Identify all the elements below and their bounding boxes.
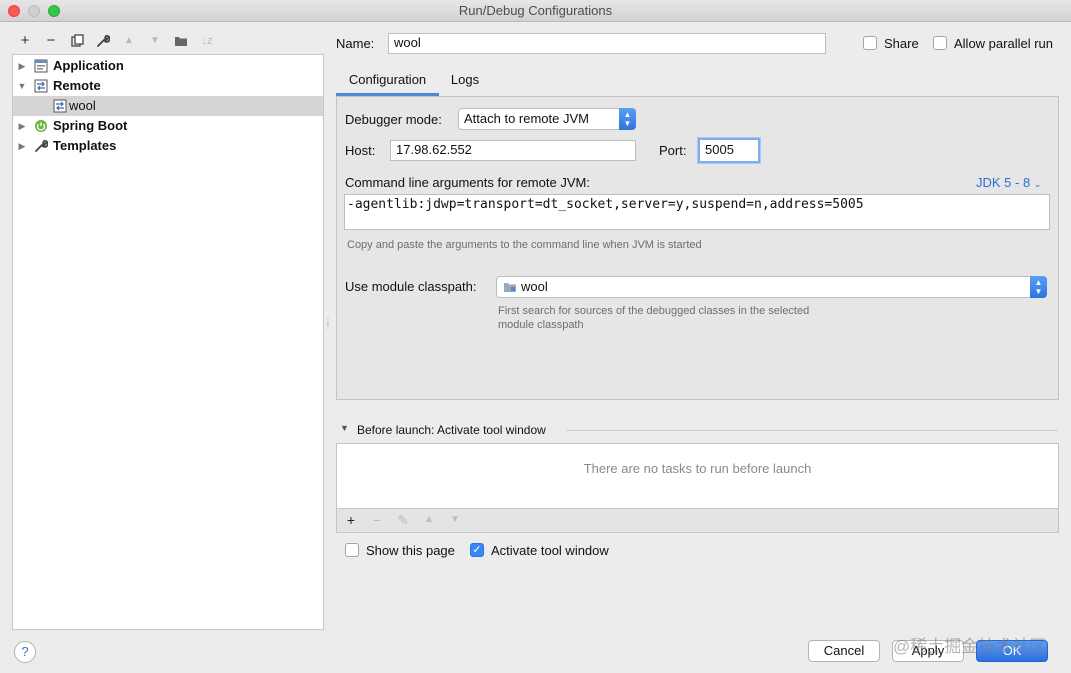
port-input[interactable]: 5005 — [698, 138, 760, 163]
move-down-button[interactable]: ▼ — [144, 30, 166, 52]
tree-item-remote[interactable]: ▼ Remote — [13, 76, 323, 96]
module-classpath-value: wool — [521, 279, 548, 294]
chevron-updown-icon: ▲ ▼ — [619, 108, 636, 130]
name-label: Name: — [336, 36, 375, 51]
configurations-tree[interactable]: ▶ Application ▼ Remote wool ▶ Spring Boo… — [12, 54, 324, 630]
section-divider — [566, 430, 1058, 431]
remote-icon — [34, 79, 48, 93]
host-input[interactable]: 17.98.62.552 — [390, 140, 636, 161]
show-page-checkbox[interactable] — [345, 543, 359, 557]
help-button[interactable]: ? — [14, 641, 36, 663]
add-configuration-button[interactable]: + — [14, 30, 36, 52]
add-task-button[interactable]: + — [341, 510, 361, 530]
debugger-mode-select[interactable]: Attach to remote JVM ▲ ▼ — [458, 108, 636, 130]
tree-item-label: Spring Boot — [53, 118, 128, 133]
before-launch-toolbar: + − ✎ ▲ ▼ — [336, 509, 1059, 533]
tree-item-application[interactable]: ▶ Application — [13, 56, 323, 76]
collapse-arrow-icon[interactable]: ▼ — [17, 76, 27, 96]
copy-icon — [70, 34, 84, 47]
tree-item-label: Templates — [53, 138, 117, 153]
remove-configuration-button[interactable]: − — [40, 30, 62, 52]
allow-parallel-label: Allow parallel run — [954, 36, 1053, 51]
minimize-window-button[interactable] — [28, 5, 40, 17]
show-page-label: Show this page — [366, 543, 455, 558]
move-task-up-button[interactable]: ▲ — [419, 510, 439, 530]
tree-item-label: wool — [69, 98, 96, 113]
title-bar: Run/Debug Configurations — [0, 0, 1071, 22]
expand-arrow-icon[interactable]: ▶ — [17, 136, 27, 156]
debugger-mode-label: Debugger mode: — [345, 112, 442, 127]
chevron-down-icon: ⌄ — [1033, 179, 1042, 189]
jdk-version-dropdown[interactable]: JDK 5 - 8 ⌄ — [976, 175, 1041, 190]
allow-parallel-checkbox[interactable] — [933, 36, 947, 50]
expand-arrow-icon[interactable]: ▶ — [17, 56, 27, 76]
folder-icon — [175, 37, 187, 46]
tree-item-label: Remote — [53, 78, 101, 93]
move-up-button[interactable]: ▲ — [118, 30, 140, 52]
spring-boot-icon — [35, 120, 47, 132]
cmd-args-hint: Copy and paste the arguments to the comm… — [347, 239, 702, 251]
collapse-triangle-icon[interactable]: ▼ — [340, 423, 349, 433]
new-folder-button[interactable] — [170, 30, 192, 52]
maximize-window-button[interactable] — [48, 5, 60, 17]
debugger-mode-value: Attach to remote JVM — [464, 111, 589, 126]
edit-defaults-button[interactable] — [92, 30, 114, 52]
module-hint-line-2: module classpath — [498, 319, 584, 331]
tab-logs[interactable]: Logs — [444, 66, 486, 96]
edit-task-button[interactable]: ✎ — [393, 510, 413, 530]
cmd-args-label: Command line arguments for remote JVM: — [345, 175, 590, 190]
tree-item-templates[interactable]: ▶ Templates — [13, 136, 323, 156]
remove-task-button[interactable]: − — [367, 510, 387, 530]
run-debug-dialog: Run/Debug Configurations + − ▲ ▼ ↓z ▶ Ap… — [0, 0, 1071, 673]
activate-tool-window-label: Activate tool window — [491, 543, 609, 558]
activate-tool-window-checkbox[interactable]: ✓ — [470, 543, 484, 557]
checkmark-icon: ✓ — [472, 544, 482, 556]
application-icon — [34, 59, 48, 73]
config-tabs: Configuration Logs — [336, 66, 1058, 96]
module-classpath-label: Use module classpath: — [345, 279, 477, 294]
move-task-down-button[interactable]: ▼ — [445, 510, 465, 530]
splitter-handle[interactable]: ⋮ ⋮ — [324, 318, 332, 336]
empty-tasks-text: There are no tasks to run before launch — [583, 461, 812, 476]
sort-button[interactable]: ↓z — [196, 30, 218, 52]
before-launch-title: Before launch: Activate tool window — [357, 423, 546, 437]
host-label: Host: — [345, 143, 376, 158]
share-label: Share — [884, 36, 919, 51]
remote-icon — [53, 99, 67, 113]
tree-item-wool[interactable]: wool — [13, 96, 323, 116]
jdk-version-label: JDK 5 - 8 — [976, 175, 1031, 190]
before-launch-task-list[interactable]: There are no tasks to run before launch — [336, 443, 1059, 509]
window-title: Run/Debug Configurations — [458, 3, 613, 18]
watermark: @稀土掘金技术社区 — [893, 637, 1047, 656]
module-hint-line-1: First search for sources of the debugged… — [498, 305, 810, 317]
cmd-args-textarea[interactable]: -agentlib:jdwp=transport=dt_socket,serve… — [344, 194, 1050, 230]
wrench-icon — [97, 35, 111, 47]
expand-arrow-icon[interactable]: ▶ — [17, 116, 27, 136]
chevron-updown-icon: ▲ ▼ — [1030, 276, 1047, 298]
share-checkbox[interactable] — [863, 36, 877, 50]
module-folder-icon — [504, 283, 516, 292]
cancel-button[interactable]: Cancel — [808, 640, 880, 662]
tree-item-label: Application — [53, 58, 124, 73]
copy-configuration-button[interactable] — [66, 30, 88, 52]
module-classpath-select[interactable]: wool ▲ ▼ — [496, 276, 1047, 298]
port-label: Port: — [659, 143, 687, 158]
configurations-toolbar: + − ▲ ▼ ↓z — [12, 30, 322, 54]
tree-item-spring-boot[interactable]: ▶ Spring Boot — [13, 116, 323, 136]
wrench-icon — [35, 140, 48, 152]
tab-configuration[interactable]: Configuration — [336, 66, 439, 96]
close-window-button[interactable] — [8, 5, 20, 17]
name-input[interactable]: wool — [388, 33, 826, 54]
